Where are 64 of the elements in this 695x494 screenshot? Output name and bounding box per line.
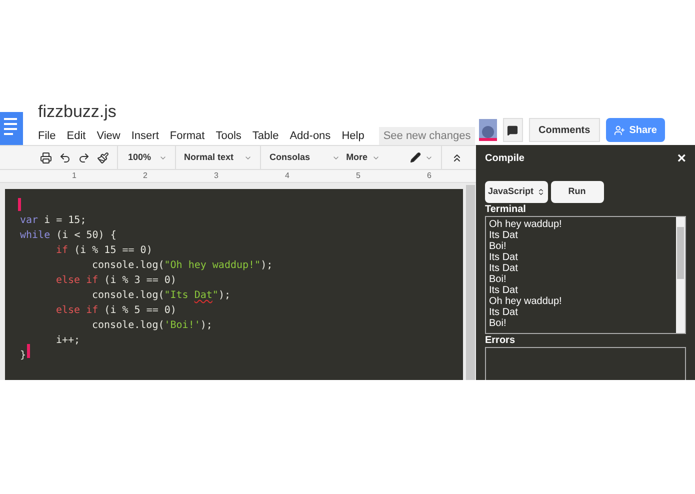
terminal-line: Its Dat <box>489 230 519 241</box>
pen-icon[interactable] <box>410 152 421 163</box>
updown-icon <box>536 188 545 196</box>
code-line: i++; <box>56 334 80 348</box>
terminal-line: Oh hey waddup! <box>489 296 563 307</box>
code-line: console.log("Oh hey waddup!"); <box>92 259 273 273</box>
language-select[interactable]: JavaScript <box>485 181 548 203</box>
ruler-number: 2 <box>143 170 148 182</box>
avatar[interactable] <box>478 119 497 141</box>
code-line: console.log("Its Dat"); <box>92 289 230 303</box>
code-line: else if (i % 3 == 0) <box>56 274 176 288</box>
terminal-line: Oh hey waddup! <box>489 219 563 230</box>
print-icon[interactable] <box>40 152 52 164</box>
undo-icon[interactable] <box>59 152 71 164</box>
chat-button[interactable] <box>502 118 523 142</box>
paint-format-icon[interactable] <box>97 152 109 164</box>
code-editor[interactable]: var i = 15; while (i < 50) { if (i % 15 == 0) console.log("Oh hey waddup!"); else if (i % 3 == 0) console.log("Its Dat"); else if (i % 5 == 0) console.log('Boi!'); i++; } <box>5 189 463 380</box>
docs-logo-icon[interactable] <box>0 112 23 145</box>
panel-title: Compile <box>485 152 524 166</box>
ruler-number: 3 <box>214 170 220 182</box>
ruler-number: 4 <box>285 170 290 182</box>
menu-item[interactable]: Tools <box>216 128 242 144</box>
menu-item[interactable]: File <box>38 128 56 144</box>
code-line: console.log('Boi!'); <box>92 319 212 333</box>
comments-button[interactable]: Comments <box>528 118 600 142</box>
menu-item[interactable]: Table <box>252 128 279 144</box>
more-dropdown[interactable]: More <box>346 150 380 164</box>
scrollbar[interactable] <box>676 217 685 333</box>
run-button[interactable]: Run <box>550 181 604 203</box>
terminal-line: Its Dat <box>489 252 519 263</box>
document-title[interactable]: fizzbuzz.js <box>38 103 116 120</box>
terminal-line: Its Dat <box>489 307 519 318</box>
menu-item[interactable]: Edit <box>66 128 86 144</box>
chat-icon <box>507 124 518 136</box>
code-line: } <box>20 349 26 363</box>
style-dropdown[interactable]: Normal text <box>184 150 252 164</box>
scrollbar[interactable] <box>466 185 475 380</box>
terminal-line: Its Dat <box>489 263 519 274</box>
code-line: if (i % 15 == 0) <box>56 244 152 258</box>
person-icon <box>614 124 626 136</box>
menu-item[interactable]: Add-ons <box>290 128 331 144</box>
zoom-dropdown[interactable]: 100% <box>128 150 168 164</box>
menu-item[interactable]: Format <box>170 128 205 144</box>
terminal-line: Boi! <box>489 318 508 329</box>
ruler-number: 5 <box>356 170 362 182</box>
errors-label: Errors <box>485 335 516 347</box>
menu-item[interactable]: Insert <box>131 128 159 144</box>
collaborator-cursor-icon <box>18 198 21 211</box>
see-changes-button[interactable]: See new changes <box>379 127 475 146</box>
ruler-number: 1 <box>72 170 78 182</box>
terminal-line: Boi! <box>489 241 508 252</box>
font-dropdown[interactable]: Consolas <box>270 150 340 164</box>
terminal-line: Boi! <box>489 274 508 285</box>
code-line: var i = 15; <box>20 214 86 228</box>
menu-item[interactable]: Help <box>342 128 364 144</box>
ruler-number: 6 <box>427 170 432 182</box>
code-line: else if (i % 5 == 0) <box>56 304 176 318</box>
code-line: while (i < 50) { <box>20 229 116 243</box>
terminal-label: Terminal <box>485 204 527 216</box>
menu-item[interactable]: View <box>96 128 120 144</box>
redo-icon[interactable] <box>78 152 90 164</box>
close-button[interactable]: × <box>677 151 686 166</box>
terminal-line: Its Dat <box>489 285 519 296</box>
collaborator-cursor-icon <box>27 344 30 358</box>
